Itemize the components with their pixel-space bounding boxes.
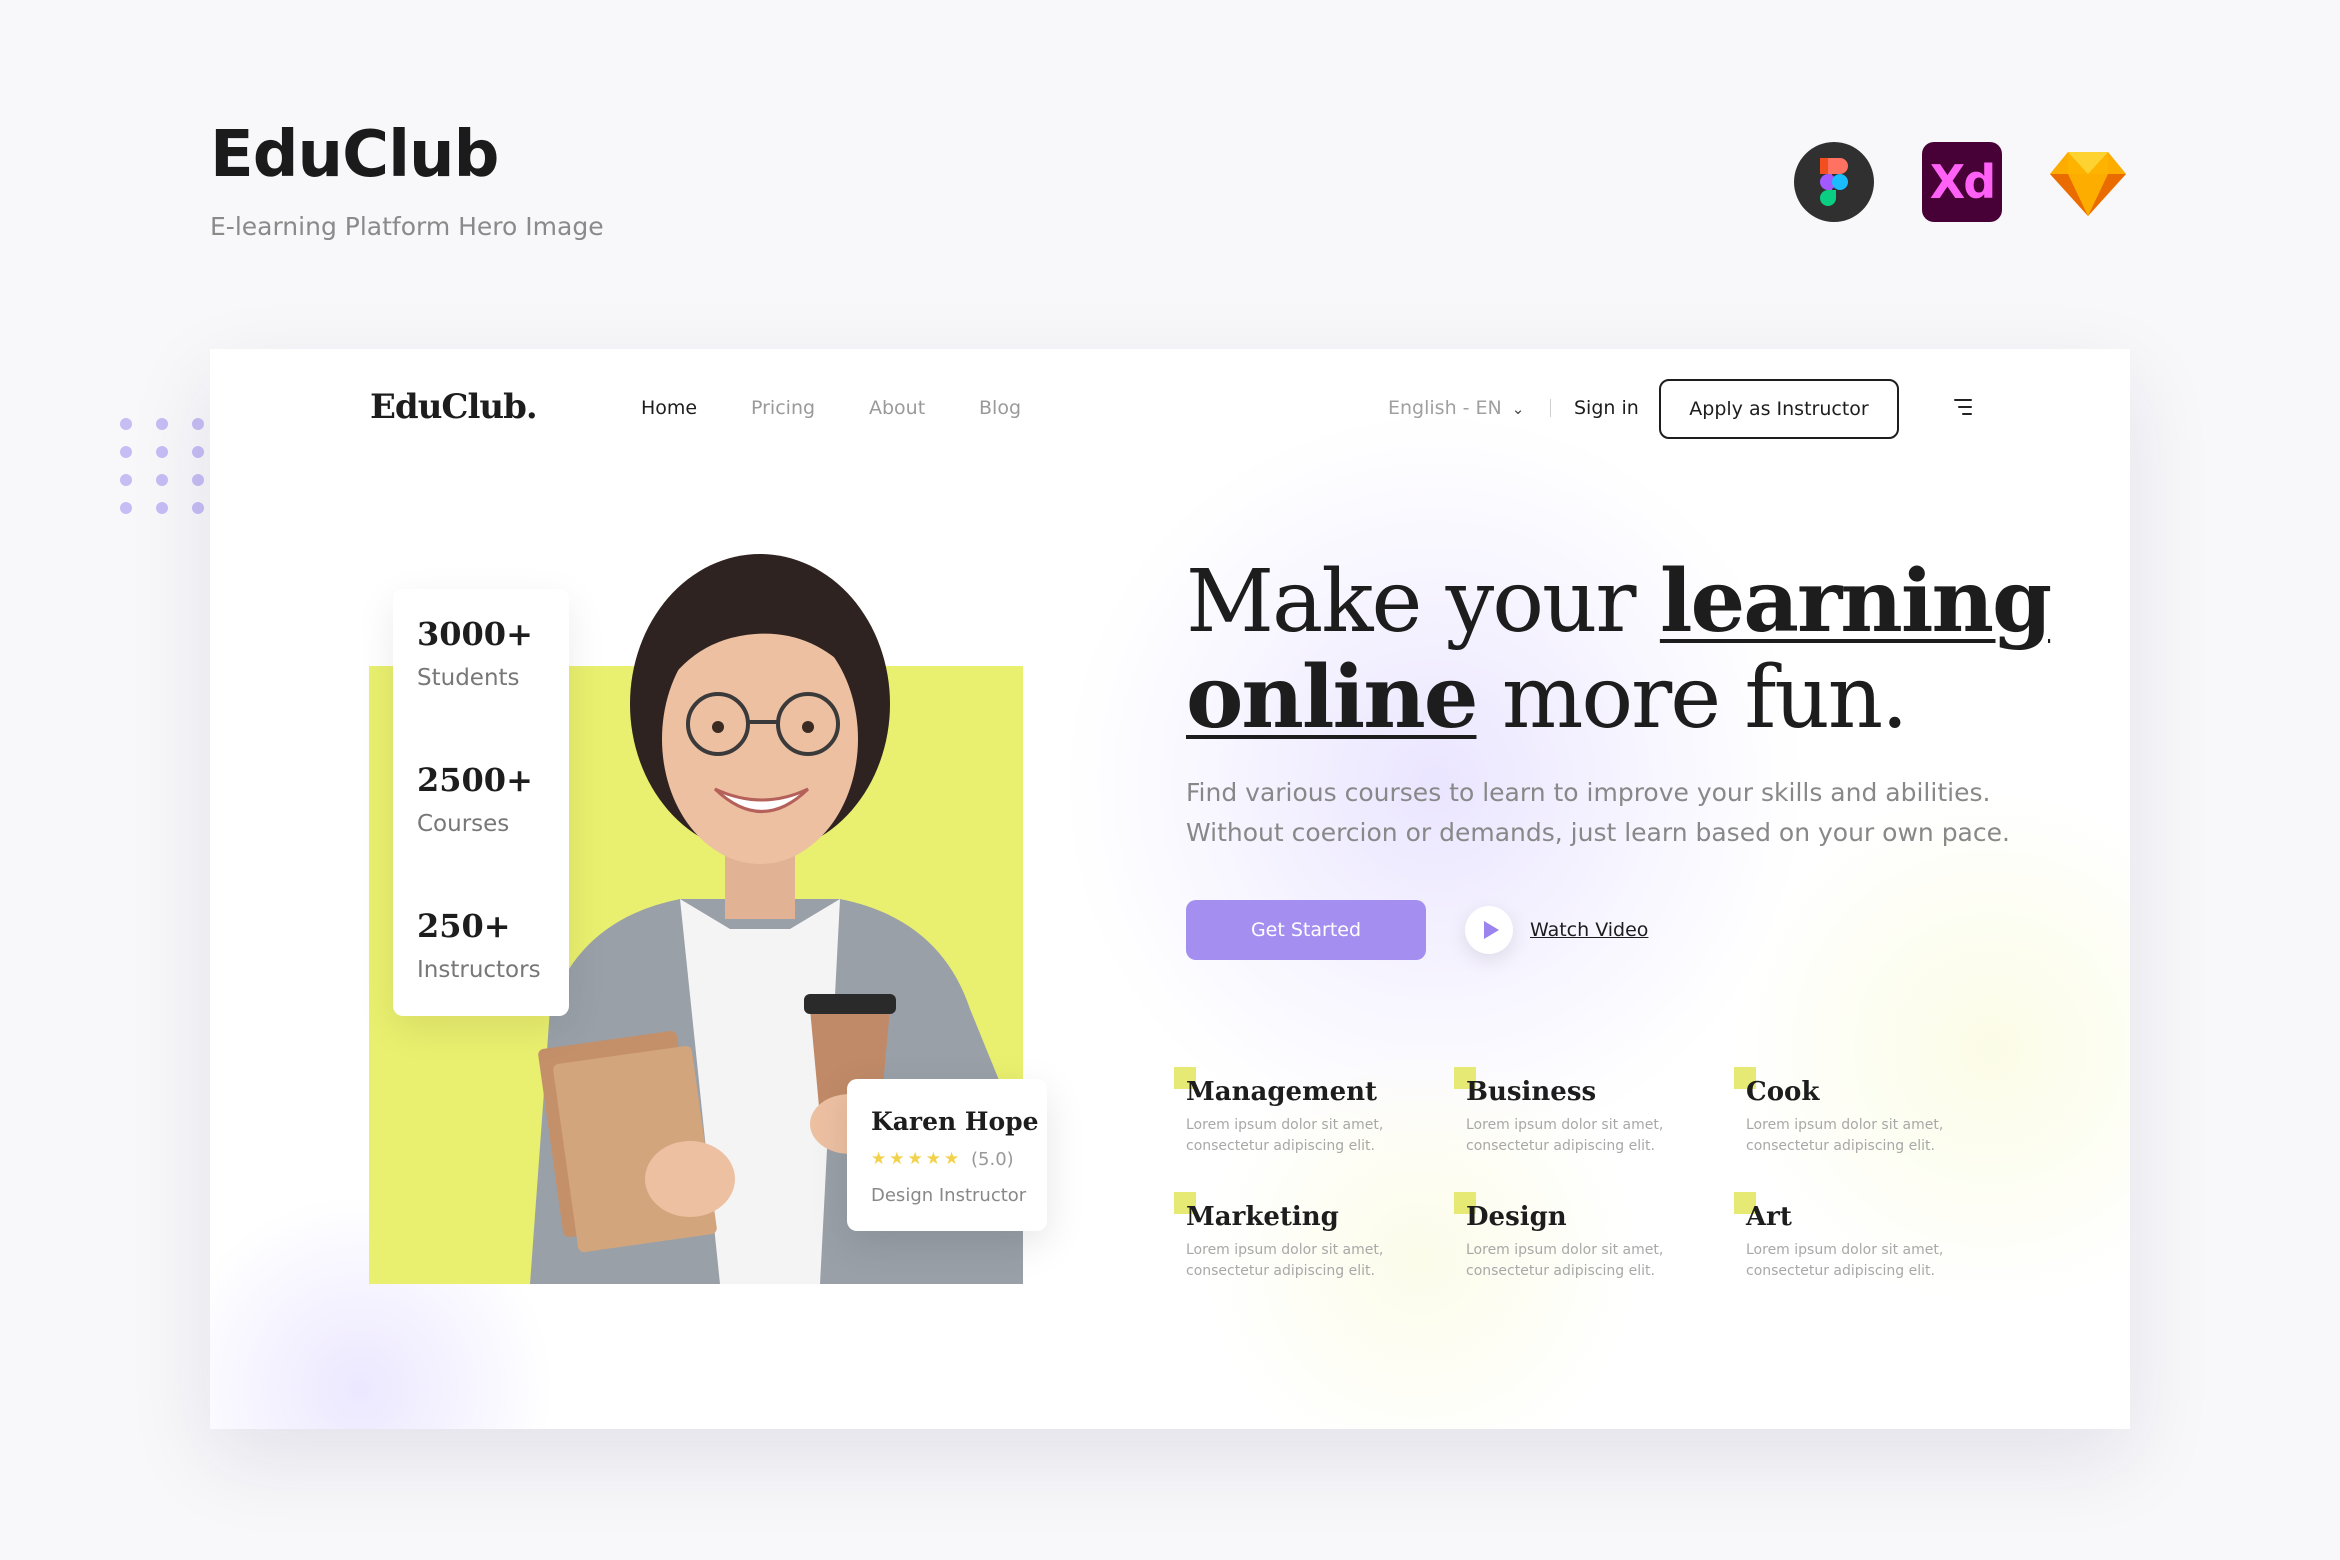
stat-courses-value: 2500+ bbox=[417, 761, 533, 799]
get-started-button[interactable]: Get Started bbox=[1186, 900, 1426, 960]
category-title: Marketing bbox=[1186, 1202, 1339, 1232]
category-management[interactable]: Management Lorem ipsum dolor sit amet, c… bbox=[1174, 1067, 1426, 1167]
play-icon[interactable] bbox=[1465, 906, 1513, 954]
category-description: Lorem ipsum dolor sit amet, consectetur … bbox=[1746, 1242, 1944, 1279]
category-description: Lorem ipsum dolor sit amet, consectetur … bbox=[1746, 1117, 1944, 1154]
nav-home[interactable]: Home bbox=[641, 397, 697, 419]
sign-in-link[interactable]: Sign in bbox=[1574, 397, 1639, 419]
instructor-card: Karen Hope ★★★★★ (5.0) Design Instructor bbox=[847, 1079, 1047, 1231]
xd-icon: Xd bbox=[1922, 142, 2002, 222]
language-label: English - EN bbox=[1388, 397, 1502, 419]
figma-icon bbox=[1794, 142, 1874, 222]
instructor-role: Design Instructor bbox=[871, 1185, 1027, 1206]
category-cook[interactable]: Cook Lorem ipsum dolor sit amet, consect… bbox=[1734, 1067, 1986, 1167]
stat-instructors-label: Instructors bbox=[417, 957, 541, 983]
headline-text: Make your bbox=[1186, 552, 1660, 652]
category-title: Design bbox=[1466, 1202, 1567, 1232]
language-selector[interactable]: English - EN ⌄ bbox=[1388, 397, 1524, 419]
headline-emphasis: learning bbox=[1659, 551, 2052, 652]
chevron-down-icon: ⌄ bbox=[1511, 400, 1525, 418]
category-title: Management bbox=[1186, 1077, 1378, 1107]
category-description: Lorem ipsum dolor sit amet, consectetur … bbox=[1186, 1242, 1384, 1279]
watch-video-link[interactable]: Watch Video bbox=[1530, 919, 1648, 941]
stats-card: 3000+ Students 2500+ Courses 250+ Instru… bbox=[393, 589, 569, 1016]
nav-divider bbox=[1550, 399, 1551, 417]
headline-text: more fun. bbox=[1476, 648, 1909, 748]
stat-instructors-value: 250+ bbox=[417, 907, 511, 945]
apply-instructor-button[interactable]: Apply as Instructor bbox=[1659, 379, 1899, 439]
instructor-name: Karen Hope bbox=[871, 1107, 1039, 1136]
presentation-title: EduClub bbox=[210, 118, 499, 192]
presentation-subtitle: E-learning Platform Hero Image bbox=[210, 212, 604, 241]
decorative-dots bbox=[120, 418, 220, 518]
stat-students-value: 3000+ bbox=[417, 615, 533, 653]
stat-students-label: Students bbox=[417, 665, 520, 691]
stat-courses-label: Courses bbox=[417, 811, 510, 837]
hero-headline: Make your learning online more fun. bbox=[1186, 551, 2086, 748]
category-description: Lorem ipsum dolor sit amet, consectetur … bbox=[1186, 1117, 1384, 1154]
category-art[interactable]: Art Lorem ipsum dolor sit amet, consecte… bbox=[1734, 1192, 1986, 1292]
headline-emphasis: online bbox=[1186, 647, 1478, 748]
category-design[interactable]: Design Lorem ipsum dolor sit amet, conse… bbox=[1454, 1192, 1706, 1292]
nav-pricing[interactable]: Pricing bbox=[751, 397, 815, 419]
category-business[interactable]: Business Lorem ipsum dolor sit amet, con… bbox=[1454, 1067, 1706, 1167]
hero-description-line: Find various courses to learn to improve… bbox=[1186, 778, 1991, 807]
site-logo[interactable]: EduClub. bbox=[370, 387, 538, 427]
category-description: Lorem ipsum dolor sit amet, consectetur … bbox=[1466, 1242, 1664, 1279]
instructor-rating: (5.0) bbox=[971, 1149, 1014, 1170]
sketch-icon bbox=[2048, 142, 2128, 222]
hero-description: Find various courses to learn to improve… bbox=[1186, 773, 2046, 853]
category-title: Business bbox=[1466, 1077, 1597, 1107]
star-rating-icon: ★★★★★ bbox=[871, 1149, 963, 1169]
landing-page-card: EduClub. Home Pricing About Blog English… bbox=[210, 349, 2130, 1429]
menu-icon[interactable] bbox=[1950, 399, 1972, 417]
hero-description-line: Without coercion or demands, just learn … bbox=[1186, 818, 2010, 847]
nav-about[interactable]: About bbox=[869, 397, 925, 419]
category-marketing[interactable]: Marketing Lorem ipsum dolor sit amet, co… bbox=[1174, 1192, 1426, 1292]
nav-blog[interactable]: Blog bbox=[979, 397, 1021, 419]
category-description: Lorem ipsum dolor sit amet, consectetur … bbox=[1466, 1117, 1664, 1154]
category-title: Art bbox=[1746, 1202, 1792, 1232]
category-title: Cook bbox=[1746, 1077, 1820, 1107]
